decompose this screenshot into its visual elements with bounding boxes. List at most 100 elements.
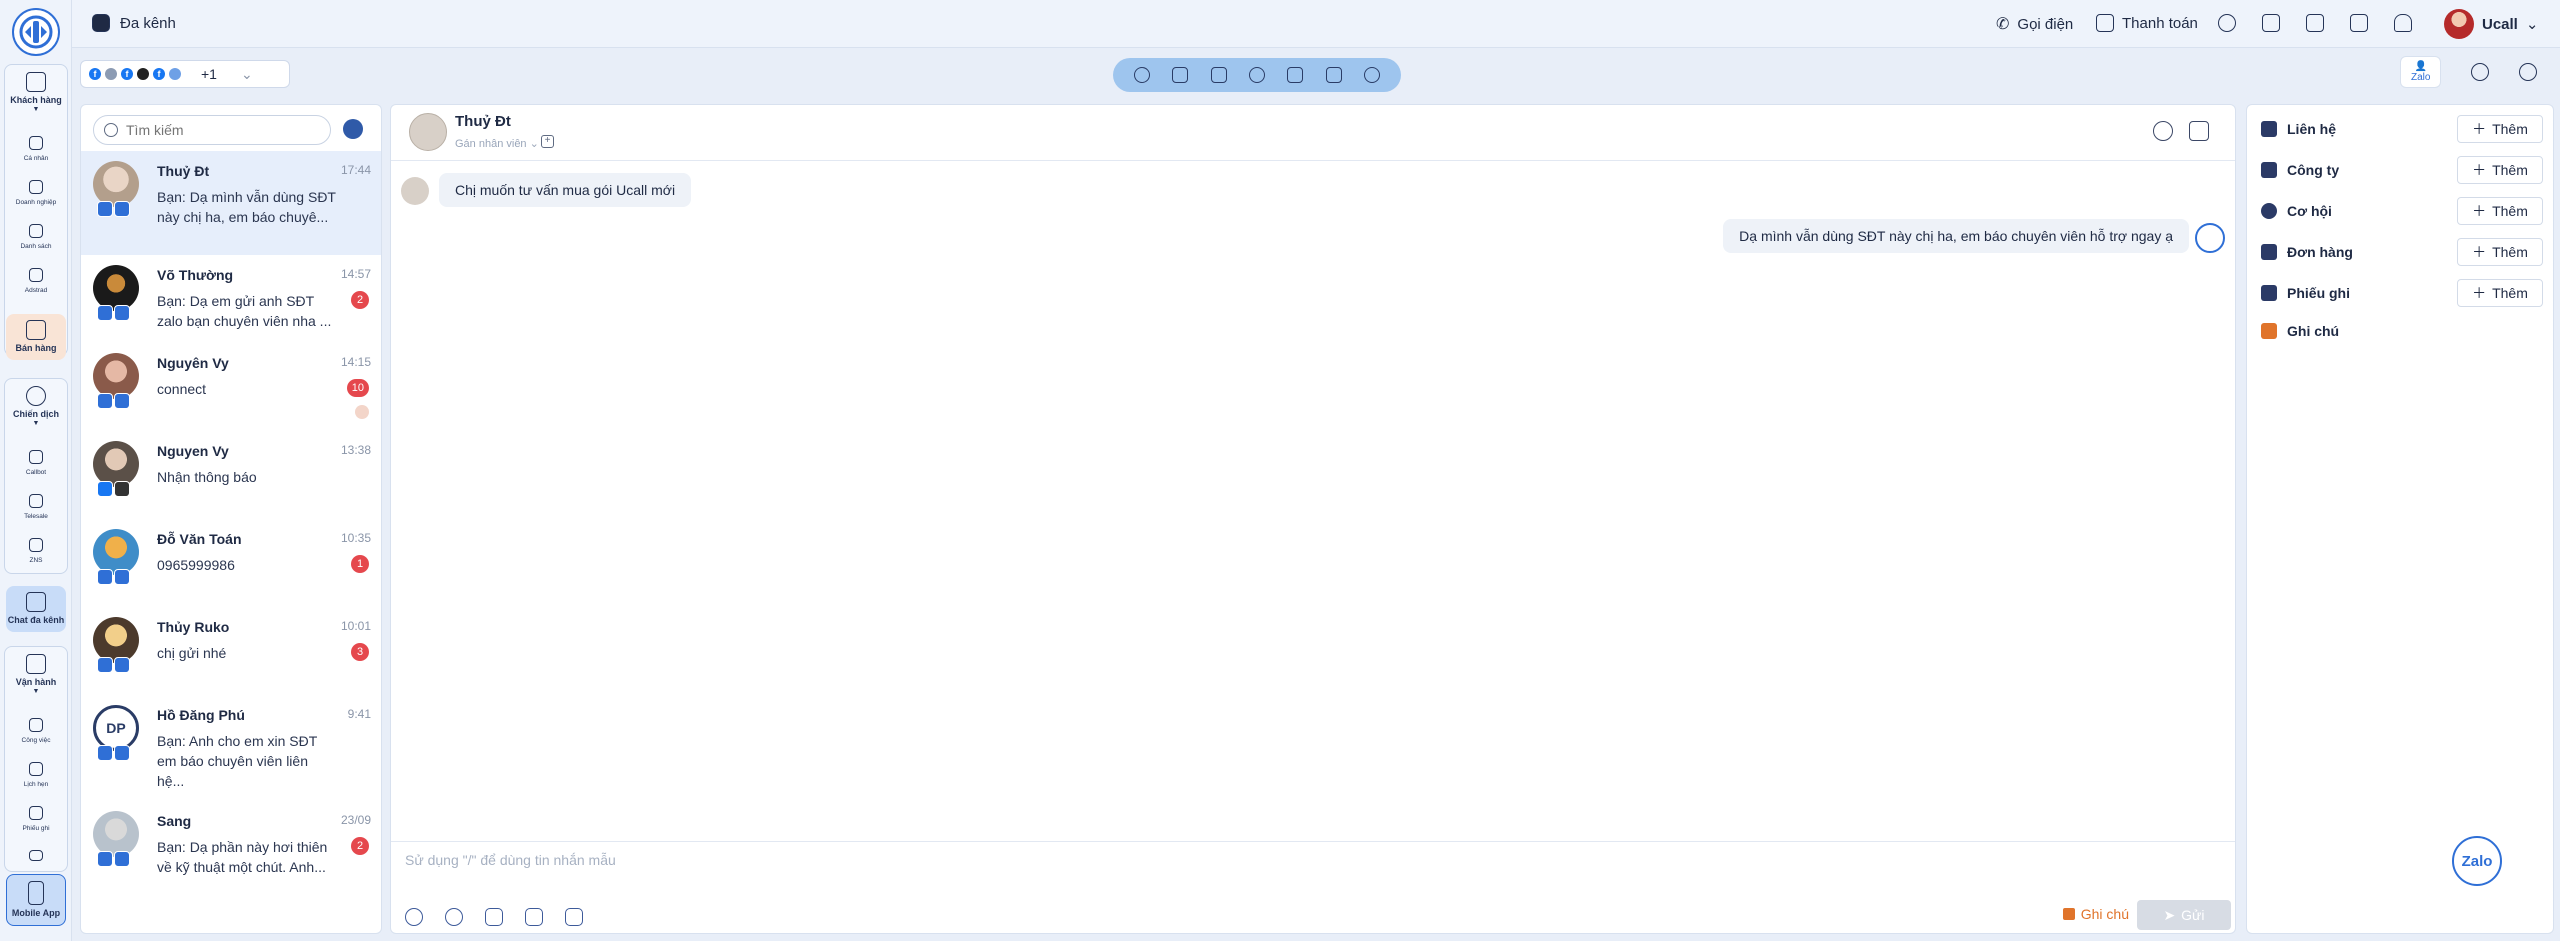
mobile-phone-icon: [28, 881, 44, 905]
add-record-button[interactable]: ＋ Thêm: [2457, 279, 2543, 307]
messages-button[interactable]: [2262, 14, 2280, 32]
add-tag-button[interactable]: +: [541, 135, 554, 148]
headset-icon: [29, 494, 43, 508]
outgoing-message: Dạ mình vẫn dùng SĐT này chị ha, em báo …: [1723, 219, 2189, 253]
rail-item-calendar[interactable]: [6, 850, 66, 864]
rail-item-personal[interactable]: Cá nhân: [6, 136, 66, 164]
add-order-button[interactable]: ＋ Thêm: [2457, 238, 2543, 266]
call-button[interactable]: ✆ Gọi điện: [1996, 14, 2073, 34]
mail-icon[interactable]: [1210, 67, 1227, 83]
user-menu[interactable]: Ucall ⌄: [2444, 9, 2538, 39]
phone-icon: ✆: [1996, 16, 2010, 33]
search-icon[interactable]: [2153, 121, 2173, 141]
grid-icon: [29, 718, 43, 732]
customer-info-panel: Liên hệ ＋ Thêm Công ty ＋ Thêm Cơ hội ＋ T…: [2246, 104, 2554, 934]
send-icon: ➤: [2163, 906, 2176, 923]
panel-toolbar: 👤 Zalo: [2400, 56, 2538, 88]
chat-pane: Thuỷ Đt Gán nhân viên ⌄ + Chị muốn tư vấ…: [390, 104, 2236, 934]
payment-button[interactable]: Thanh toán: [2096, 14, 2198, 32]
refresh-icon[interactable]: [2471, 63, 2490, 81]
target-icon: [26, 386, 46, 406]
app-logo[interactable]: [12, 8, 60, 56]
sticker-icon[interactable]: [565, 908, 583, 926]
rail-item-callbot[interactable]: Callbot: [6, 450, 66, 478]
list-icon: [29, 224, 43, 238]
add-opportunity-button[interactable]: ＋ Thêm: [2457, 197, 2543, 225]
add-company-button[interactable]: ＋ Thêm: [2457, 156, 2543, 184]
headset-icon[interactable]: [1134, 67, 1151, 83]
key-icon: [2261, 203, 2277, 219]
section-records: Phiếu ghi ＋ Thêm: [2261, 273, 2543, 313]
avatar: [2195, 223, 2225, 253]
store-icon: [26, 320, 46, 340]
rail-item-adstrad[interactable]: Adstrad: [6, 268, 66, 296]
channel-badge: [97, 201, 130, 217]
template-icon[interactable]: [525, 908, 543, 926]
bell-icon: [2394, 14, 2412, 32]
send-button[interactable]: ➤ Gửi: [2137, 900, 2231, 930]
conversation-item[interactable]: Sang 23/09 Bạn: Dạ phần này hơi thiên về…: [81, 801, 381, 905]
rail-item-tasks[interactable]: Công việc: [6, 718, 66, 746]
search-icon: [104, 123, 118, 137]
gear-icon[interactable]: [2519, 63, 2538, 81]
channel-badge: [97, 569, 130, 585]
unread-badge: 3: [351, 643, 369, 661]
search-input[interactable]: [126, 122, 316, 138]
guide-button[interactable]: [2350, 14, 2368, 32]
channel-badge: [97, 657, 130, 673]
building-icon: [2261, 162, 2277, 178]
attach-icon[interactable]: [405, 908, 423, 926]
section-orders: Đơn hàng ＋ Thêm: [2261, 232, 2543, 272]
page-title: Đa kênh: [92, 14, 176, 32]
chat-bubbles-icon: [26, 592, 46, 612]
unread-badge: 2: [351, 837, 369, 855]
avatar: [2444, 9, 2474, 39]
channel-badge: [97, 745, 130, 761]
settings-button[interactable]: [2218, 14, 2236, 32]
rail-item-campaign[interactable]: Chiến dịch ▼: [6, 386, 66, 427]
message-input[interactable]: [405, 852, 2005, 868]
person-icon[interactable]: [1248, 67, 1265, 83]
contact-card-icon[interactable]: [1287, 67, 1304, 83]
conversation-item[interactable]: Thuỷ Đt 17:44 Bạn: Dạ mình vẫn dùng SĐT …: [81, 151, 381, 255]
chevron-down-icon: ▼: [32, 106, 40, 113]
section-notes[interactable]: Ghi chú: [2261, 311, 2543, 351]
book-icon: [2350, 14, 2368, 32]
conversation-item[interactable]: DP Hồ Đăng Phú 9:41 Bạn: Anh cho em xin …: [81, 695, 381, 799]
image-icon[interactable]: [485, 908, 503, 926]
rail-item-list[interactable]: Danh sách: [6, 224, 66, 252]
ticket-button[interactable]: [2306, 14, 2324, 32]
chevron-down-icon: ▼: [32, 688, 40, 695]
rail-item-sales[interactable]: Bán hàng: [6, 314, 66, 360]
rail-item-appointments[interactable]: Lịch hẹn: [6, 762, 66, 790]
message-composer: Ghi chú ➤ Gửi: [391, 841, 2235, 933]
rail-item-operations[interactable]: Vận hành ▼: [6, 654, 66, 695]
assign-staff-dropdown[interactable]: Gán nhân viên ⌄: [455, 137, 539, 150]
avatar: [401, 177, 429, 205]
person-icon: [29, 136, 43, 150]
filter-button[interactable]: [343, 119, 363, 139]
zalo-chat-button[interactable]: Zalo: [2452, 836, 2502, 886]
toggle-panel-icon[interactable]: [2189, 121, 2209, 141]
rail-item-business[interactable]: Doanh nghiệp: [6, 180, 66, 208]
ticket-icon: [2261, 285, 2277, 301]
rail-item-telesale[interactable]: Telesale: [6, 494, 66, 522]
rail-item-omnichat[interactable]: Chat đa kênh: [6, 586, 66, 632]
contact-card-icon: [26, 72, 46, 92]
emoji-icon[interactable]: [445, 908, 463, 926]
rail-item-zns[interactable]: ZNS: [6, 538, 66, 566]
search-box[interactable]: [93, 115, 331, 145]
note-button[interactable]: Ghi chú: [2062, 906, 2129, 922]
ucall-logo-icon: [19, 15, 53, 49]
notifications-button[interactable]: [2394, 14, 2412, 32]
phone-icon[interactable]: [1172, 67, 1189, 83]
channel-selector[interactable]: f f f +1 ⌄: [80, 60, 290, 88]
tag-icon[interactable]: [1363, 67, 1380, 83]
facebook-icon: f: [89, 68, 101, 80]
tab-zalo[interactable]: 👤 Zalo: [2400, 56, 2442, 88]
rail-item-mobile-app[interactable]: Mobile App: [6, 874, 66, 926]
rail-item-customers[interactable]: Khách hàng ▼: [6, 72, 66, 113]
add-contact-button[interactable]: ＋ Thêm: [2457, 115, 2543, 143]
calendar-icon[interactable]: [1325, 67, 1342, 83]
rail-item-records[interactable]: Phiếu ghi: [6, 806, 66, 834]
